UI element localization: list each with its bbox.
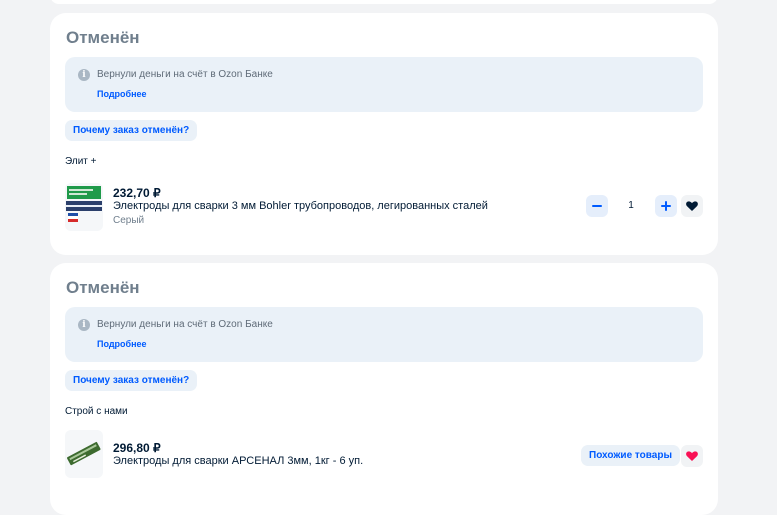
order-card: Отменён i Вернули деньги на счёт в Ozon … [50, 263, 718, 515]
heart-icon [686, 451, 698, 461]
item-variant: Серый [113, 215, 145, 226]
quantity-decrease-button[interactable] [586, 195, 608, 217]
quantity-increase-button[interactable] [655, 195, 677, 217]
product-thumbnail[interactable] [65, 430, 103, 478]
item-price: 232,70 ₽ [113, 186, 161, 200]
previous-order-card [50, 0, 718, 4]
favorite-button[interactable] [681, 195, 703, 217]
details-link[interactable]: Подробнее [97, 89, 147, 99]
details-link[interactable]: Подробнее [97, 339, 147, 349]
why-cancelled-button[interactable]: Почему заказ отменён? [65, 370, 198, 391]
product-thumbnail[interactable] [65, 183, 103, 231]
order-card: Отменён i Вернули деньги на счёт в Ozon … [50, 13, 718, 255]
similar-products-button[interactable]: Похожие товары [581, 445, 681, 466]
item-title[interactable]: Электроды для сварки 3 мм Bohler трубопр… [113, 200, 488, 212]
info-icon: i [78, 69, 90, 81]
plus-icon [661, 201, 671, 211]
refund-info-banner: i Вернули деньги на счёт в Ozon Банке По… [65, 307, 703, 362]
seller-name[interactable]: Элит + [65, 156, 96, 167]
minus-icon [592, 205, 602, 207]
heart-icon [686, 201, 698, 211]
favorite-button[interactable] [681, 445, 703, 467]
quantity-value: 1 [628, 200, 634, 211]
info-icon: i [78, 319, 90, 331]
refund-info-banner: i Вернули деньги на счёт в Ozon Банке По… [65, 57, 703, 112]
refund-text: Вернули деньги на счёт в Ozon Банке [97, 319, 273, 330]
why-cancelled-button[interactable]: Почему заказ отменён? [65, 120, 198, 141]
item-price: 296,80 ₽ [113, 441, 161, 455]
refund-text: Вернули деньги на счёт в Ozon Банке [97, 69, 273, 80]
item-title[interactable]: Электроды для сварки АРСЕНАЛ 3мм, 1кг - … [113, 455, 363, 467]
order-status: Отменён [66, 28, 140, 47]
seller-name[interactable]: Строй с нами [65, 406, 128, 417]
order-status: Отменён [66, 278, 140, 297]
